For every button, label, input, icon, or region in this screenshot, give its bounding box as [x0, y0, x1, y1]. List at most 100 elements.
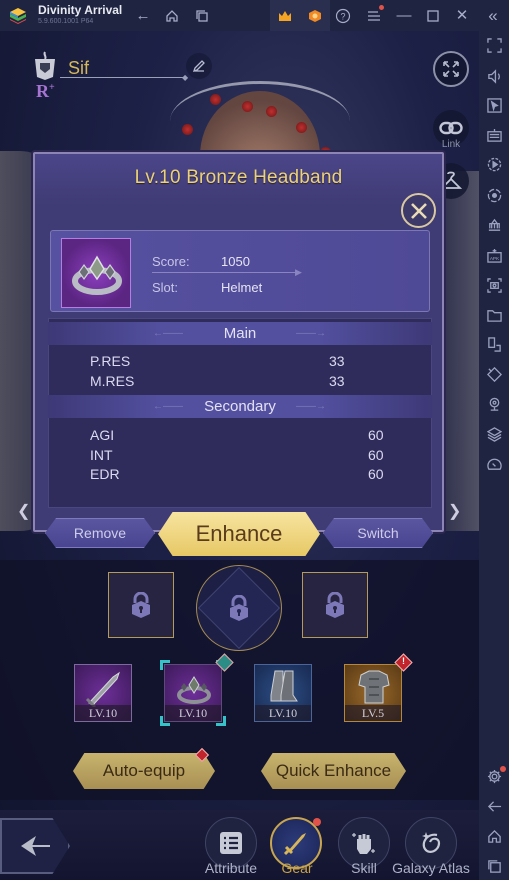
gear-slot-helmet[interactable]: LV.10 [164, 664, 222, 722]
name-underline [60, 77, 185, 78]
keyboard-icon[interactable] [484, 125, 504, 145]
stat-name: P.RES [90, 353, 131, 369]
performance-icon[interactable] [484, 454, 504, 474]
rose-decoration [266, 106, 277, 117]
stat-name: EDR [90, 466, 120, 482]
header-arrow-right: ——→ [296, 328, 326, 339]
back-icon[interactable]: ← [132, 5, 154, 27]
stat-name: AGI [90, 427, 115, 443]
nav-gear-label: Gear [281, 860, 313, 876]
enhance-button[interactable]: Enhance [158, 512, 320, 556]
recent-apps-icon[interactable] [191, 5, 213, 27]
sword-icon [85, 671, 120, 707]
home-icon[interactable] [484, 826, 504, 846]
location-icon[interactable] [484, 394, 504, 414]
close-window-icon[interactable]: ✕ [451, 5, 473, 27]
help-icon[interactable]: ? [332, 5, 354, 27]
back-icon[interactable] [484, 796, 504, 816]
volume-icon[interactable] [484, 66, 504, 86]
emulator-window: Divinity Arrival 5.9.600.1001 P64 ← ? — … [0, 0, 509, 880]
score-value: 1050 [221, 254, 250, 269]
score-label: Score: [152, 254, 190, 269]
class-emblem-icon [35, 51, 55, 80]
cursor-icon[interactable] [484, 95, 504, 115]
decorative-arrow [152, 272, 297, 273]
screenshot-icon[interactable] [484, 275, 504, 295]
boots-icon [270, 670, 298, 702]
secondary-stats-header: ←—— Secondary ——→ [48, 395, 432, 418]
home-icon[interactable] [161, 5, 183, 27]
link-label: Link [441, 139, 461, 150]
previous-item-chevron[interactable]: ❮ [17, 501, 30, 521]
header-arrow-right: ——→ [296, 401, 326, 412]
multi-instance-icon[interactable] [484, 334, 504, 354]
record-icon[interactable] [484, 154, 504, 174]
rose-decoration [242, 101, 253, 112]
remove-button[interactable]: Remove [45, 518, 155, 548]
character-name: Sif [68, 58, 90, 78]
headband-icon [72, 255, 122, 295]
back-arrow-icon [21, 836, 50, 856]
svg-text:?: ? [340, 12, 345, 22]
background-decoration [439, 171, 479, 531]
item-icon[interactable] [61, 238, 131, 308]
expand-view-button[interactable] [433, 51, 469, 87]
minimize-icon[interactable]: — [393, 5, 415, 27]
maximize-icon[interactable] [422, 5, 444, 27]
armor-icon [358, 670, 390, 704]
fullscreen-icon[interactable] [484, 35, 504, 55]
collapse-sidebar-icon[interactable]: « [482, 5, 504, 27]
settings-notification-dot [500, 766, 506, 772]
secondary-stats-title: Secondary [204, 398, 276, 415]
auto-equip-button[interactable]: Auto-equip [73, 753, 215, 789]
next-item-chevron[interactable]: ❯ [448, 501, 461, 521]
nav-attribute-label: Attribute [204, 860, 258, 876]
rose-decoration [210, 94, 221, 105]
app-title: Divinity Arrival [38, 3, 123, 17]
main-stats-header: ←—— Main ——→ [48, 322, 432, 345]
stat-value: 33 [329, 373, 345, 389]
galaxy-swirl-icon [422, 832, 441, 853]
macro-icon[interactable] [484, 215, 504, 235]
expand-arrows-icon [443, 61, 459, 77]
rotate-sync-icon[interactable] [484, 185, 504, 205]
stat-value: 33 [329, 353, 345, 369]
recent-apps-icon[interactable] [484, 856, 504, 876]
stat-value: 60 [368, 427, 384, 443]
dialog-title: Lv.10 Bronze Headband [134, 167, 343, 188]
gear-level: LV.5 [345, 705, 401, 721]
rename-button[interactable] [186, 53, 212, 79]
apk-install-icon[interactable]: APK [484, 245, 504, 265]
switch-button[interactable]: Switch [323, 518, 433, 548]
selection-corner [160, 716, 170, 726]
stat-value: 60 [368, 447, 384, 463]
layers-icon[interactable] [484, 424, 504, 444]
gear-slot-weapon[interactable]: LV.10 [74, 664, 132, 722]
stat-value: 60 [368, 466, 384, 482]
gear-level: LV.10 [165, 705, 221, 721]
lock-icon [230, 595, 248, 621]
lock-icon [326, 592, 344, 618]
gear-slot-boots[interactable]: LV.10 [254, 664, 312, 722]
svg-text:APK: APK [489, 256, 499, 261]
pencil-icon [192, 60, 205, 73]
emulator-sidebar: APK [479, 31, 509, 880]
locked-slot-center[interactable] [196, 565, 282, 651]
header-arrow-left: ←—— [153, 401, 183, 412]
bluestacks-logo-icon [10, 8, 26, 24]
crown-button[interactable] [270, 0, 300, 31]
locked-slot[interactable] [302, 572, 368, 638]
gear-slot-armor[interactable]: LV.5 [344, 664, 402, 722]
gear-level: LV.10 [255, 705, 311, 721]
dialog-close-button[interactable] [401, 193, 436, 228]
eco-mode-icon[interactable] [484, 364, 504, 384]
slot-value: Helmet [221, 280, 263, 295]
nav-skill-label: Skill [351, 860, 377, 876]
folder-icon[interactable] [484, 305, 504, 325]
headband-icon [177, 676, 211, 704]
locked-slot[interactable] [108, 572, 174, 638]
quick-enhance-button[interactable]: Quick Enhance [261, 753, 406, 789]
medal-button[interactable] [300, 0, 330, 31]
rose-decoration [296, 122, 307, 133]
link-icon [439, 121, 463, 135]
